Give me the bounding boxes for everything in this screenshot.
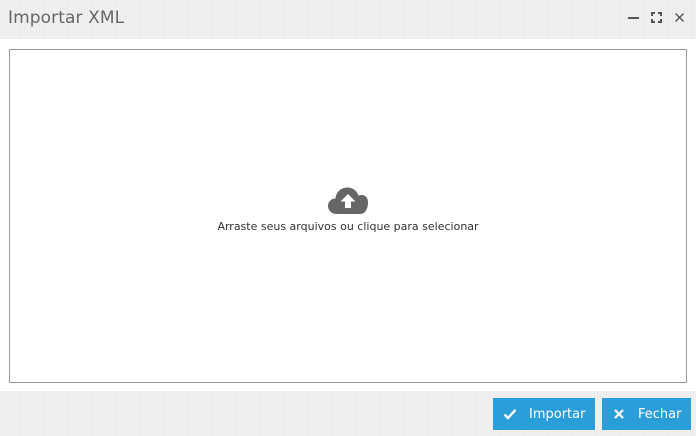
dialog-titlebar[interactable]: Importar XML xyxy=(0,0,696,39)
close-icon[interactable] xyxy=(673,11,686,24)
close-button-label: Fechar xyxy=(638,406,682,422)
dropzone-text: Arraste seus arquivos ou clique para sel… xyxy=(217,220,479,233)
file-dropzone[interactable]: Arraste seus arquivos ou clique para sel… xyxy=(9,49,687,383)
window-controls xyxy=(627,11,686,24)
times-icon xyxy=(612,407,626,421)
cloud-upload-icon xyxy=(328,187,368,214)
import-button-label: Importar xyxy=(529,406,586,422)
dialog-footer: Importar Fechar xyxy=(0,391,696,436)
dialog-title: Importar XML xyxy=(8,8,125,28)
import-xml-dialog: Importar XML Arraste seus arquivos ou cl… xyxy=(0,0,696,436)
dialog-content: Arraste seus arquivos ou clique para sel… xyxy=(0,39,696,391)
minimize-icon[interactable] xyxy=(627,11,640,24)
import-button[interactable]: Importar xyxy=(493,398,595,430)
maximize-icon[interactable] xyxy=(650,11,663,24)
check-icon xyxy=(503,407,517,421)
dropzone-message: Arraste seus arquivos ou clique para sel… xyxy=(10,186,686,233)
close-button[interactable]: Fechar xyxy=(602,398,691,430)
